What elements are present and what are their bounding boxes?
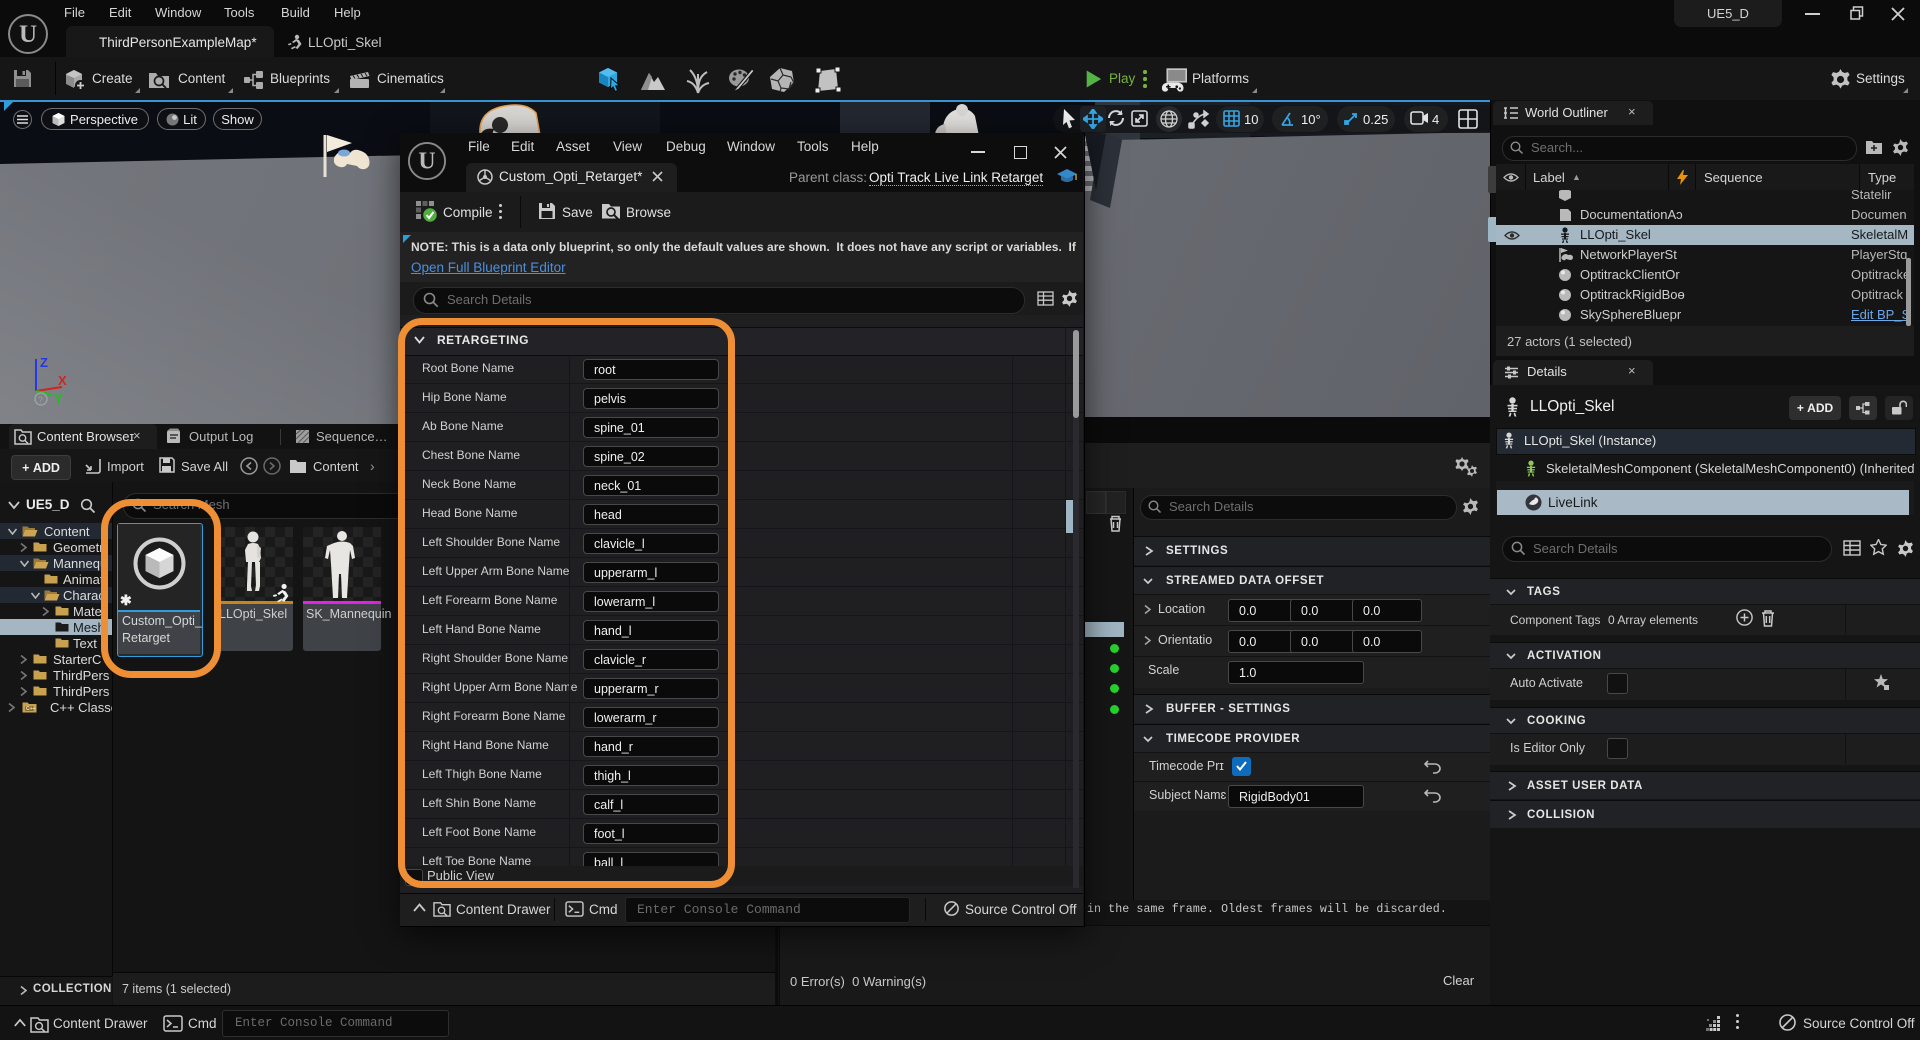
svg-text:C++: C++ (26, 706, 36, 712)
svg-text:Y: Y (54, 391, 63, 406)
svg-text:Z: Z (40, 355, 48, 370)
svg-text:U: U (19, 21, 37, 48)
svg-text:X: X (58, 373, 67, 388)
svg-text:U: U (418, 149, 435, 175)
svg-text:?: ? (38, 395, 43, 405)
